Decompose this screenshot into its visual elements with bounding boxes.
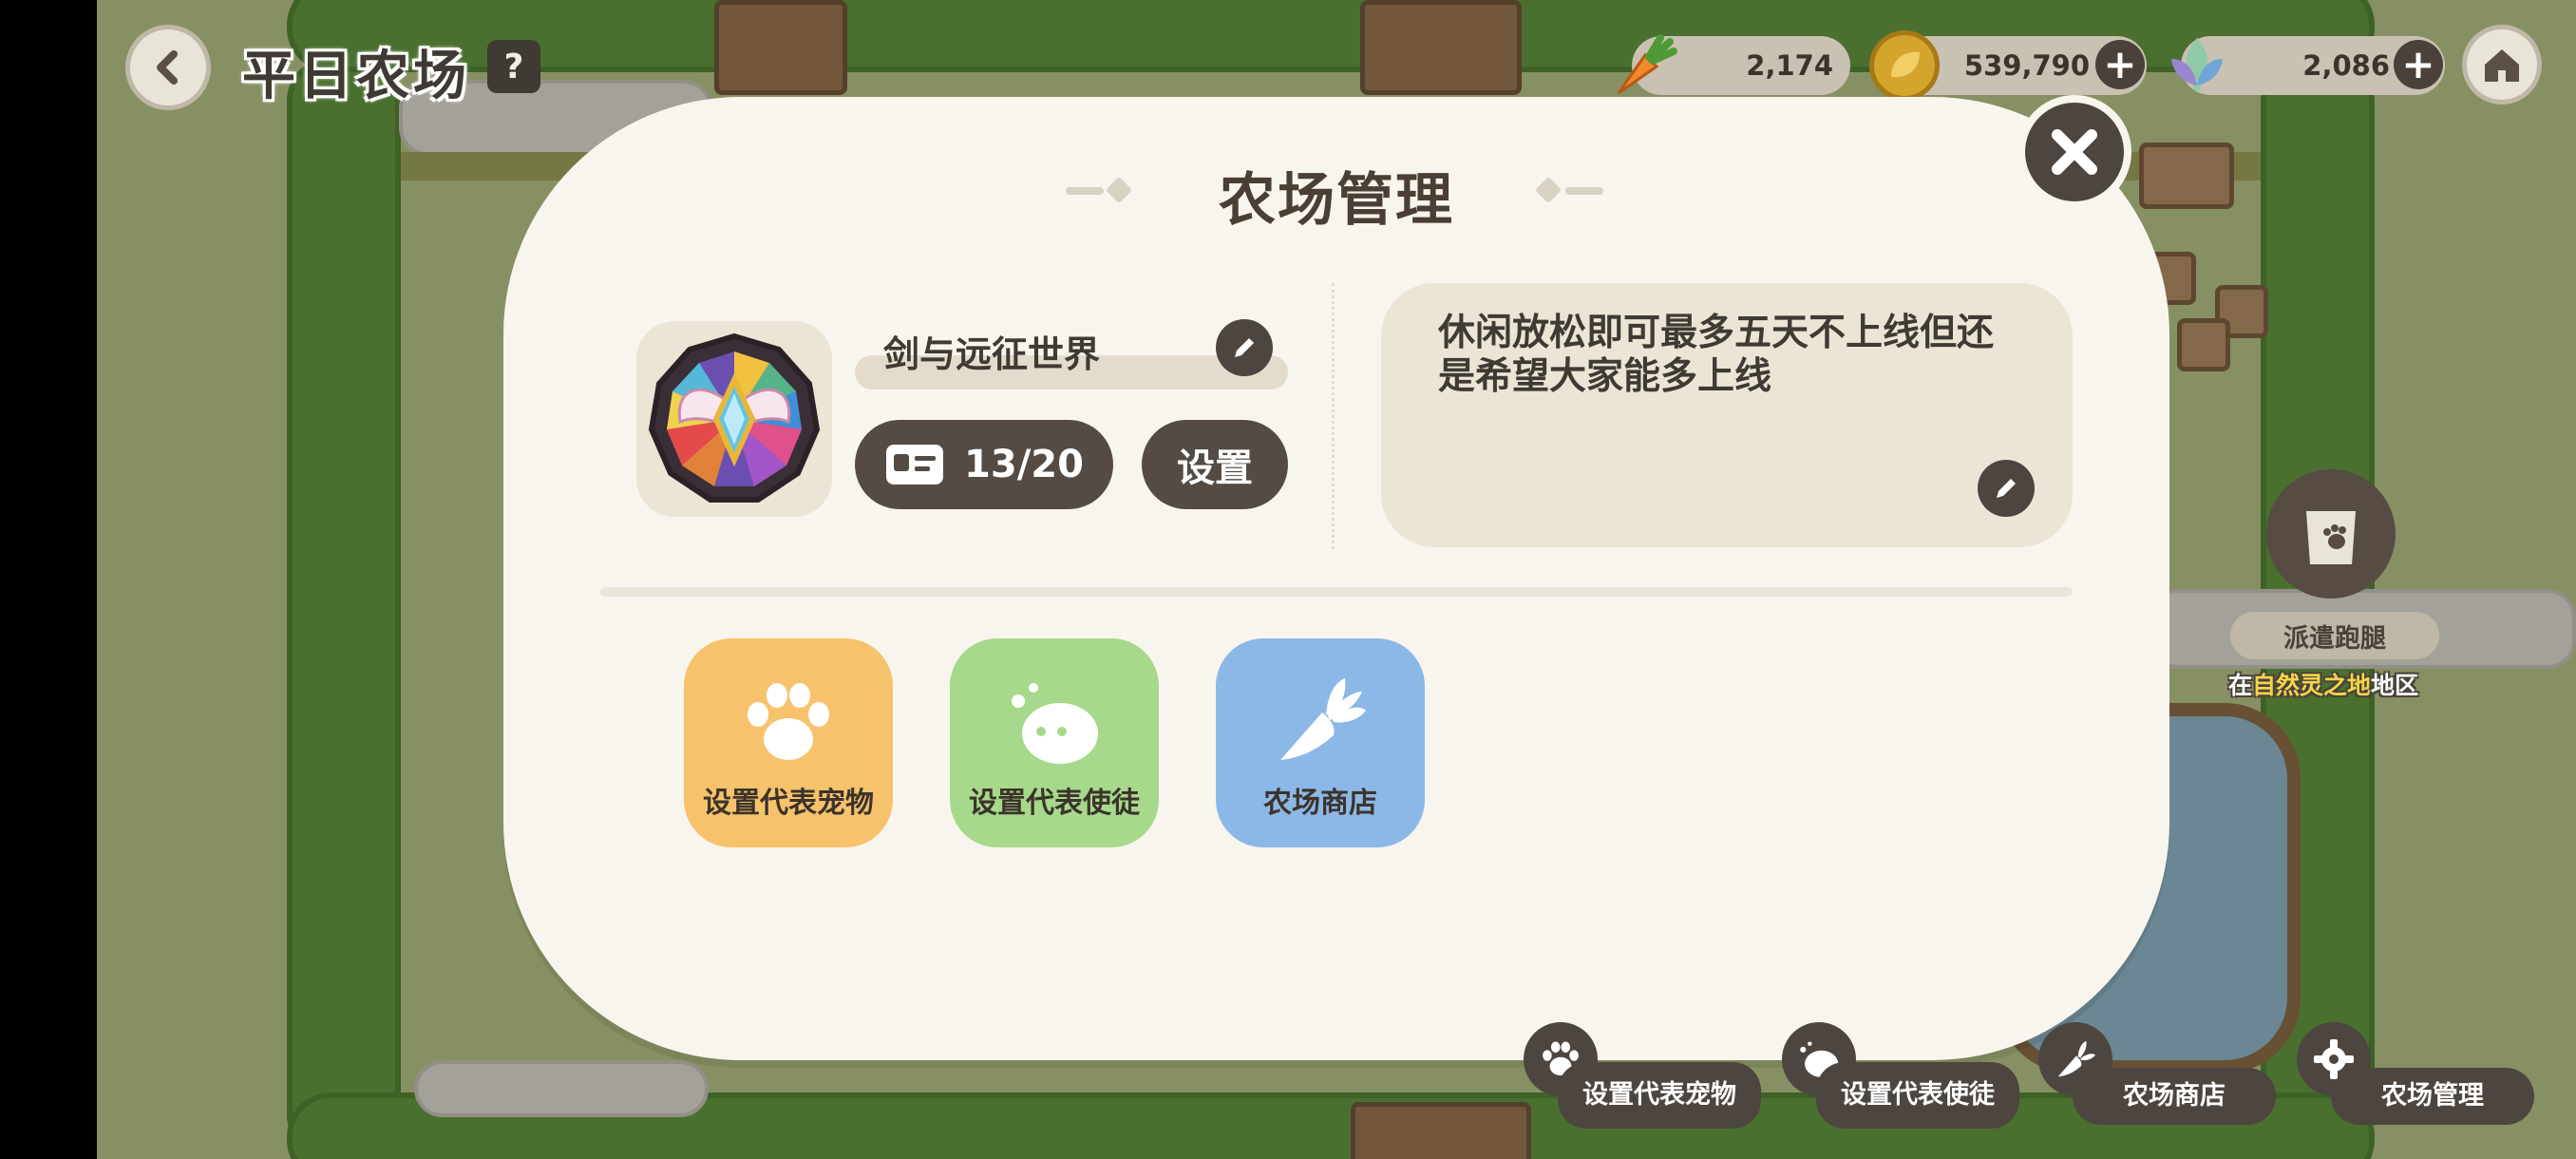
farm-title: 平日农场 <box>242 46 470 107</box>
settings-button[interactable]: 设置 <box>1142 420 1288 509</box>
modal-title: 农场管理 <box>1219 167 1454 234</box>
add-coin-button[interactable]: + <box>2095 40 2145 89</box>
farm-emblem[interactable] <box>636 321 832 517</box>
farm-description-box: 休闲放松即可最多五天不上线但还是希望大家能多上线 <box>1381 283 2073 547</box>
bottom-farm-shop-button[interactable]: 农场商店 <box>2073 1068 2276 1125</box>
close-button[interactable] <box>2017 95 2131 209</box>
house-icon <box>2485 49 2519 82</box>
coin-count: 539,790 <box>1963 49 2090 82</box>
horizontal-divider <box>600 587 2073 597</box>
leaf-coin-icon <box>1869 30 1940 101</box>
carrot-icon <box>1280 678 1366 760</box>
member-count-badge[interactable]: 13/20 <box>855 420 1113 509</box>
vertical-divider <box>1332 283 1335 549</box>
carrot-count: 2,174 <box>1746 49 1833 82</box>
add-crystal-button[interactable]: + <box>2394 40 2443 89</box>
spirit-icon <box>1012 683 1098 764</box>
id-card-icon <box>886 445 944 484</box>
set-representative-apostle-button[interactable]: 设置代表使徒 <box>950 638 1159 847</box>
home-button[interactable] <box>2462 25 2542 104</box>
emblem-icon <box>648 332 821 503</box>
farm-name: 剑与远征世界 <box>883 333 1101 375</box>
back-button[interactable] <box>125 25 211 110</box>
close-icon <box>2052 129 2097 175</box>
set-pet-label: 设置代表宠物 <box>703 787 874 820</box>
help-icon[interactable]: ? <box>487 40 540 93</box>
paw-icon <box>748 683 829 760</box>
set-apostle-label: 设置代表使徒 <box>969 787 1140 820</box>
bottom-set-apostle-button[interactable]: 设置代表使徒 <box>1816 1062 2019 1129</box>
bottom-farm-manage-button[interactable]: 农场管理 <box>2331 1068 2534 1125</box>
bottom-set-pet-button[interactable]: 设置代表宠物 <box>1558 1062 1761 1129</box>
chevron-left-icon <box>157 50 178 85</box>
set-representative-pet-button[interactable]: 设置代表宠物 <box>684 638 893 847</box>
crystal-count: 2,086 <box>2302 49 2390 82</box>
farm-management-modal: 农场管理 剑与远征世界 13/20 设置 休闲放松即可最多五天不上线但还是希望大… <box>503 97 2169 1060</box>
farm-description: 休闲放松即可最多五天不上线但还是希望大家能多上线 <box>1438 312 1995 398</box>
dispatch-region-text: 在自然灵之地地区 <box>2228 672 2419 699</box>
farm-shop-label: 农场商店 <box>1263 787 1377 820</box>
edit-name-icon[interactable] <box>1216 319 1273 376</box>
region-name: 自然灵之地 <box>2252 672 2372 699</box>
member-count: 13/20 <box>964 443 1084 486</box>
crystal-leaf-icon <box>2162 30 2232 101</box>
farm-shop-button[interactable]: 农场商店 <box>1216 638 1425 847</box>
edit-description-icon[interactable] <box>1978 460 2035 517</box>
dispatch-errand-label[interactable]: 派遣跑腿 <box>2230 612 2439 659</box>
paper-bag-icon <box>2306 511 2356 564</box>
dispatch-errand-icon[interactable] <box>2266 469 2396 598</box>
title-decoration-right <box>1534 176 1605 204</box>
carrot-icon <box>1607 30 1677 101</box>
